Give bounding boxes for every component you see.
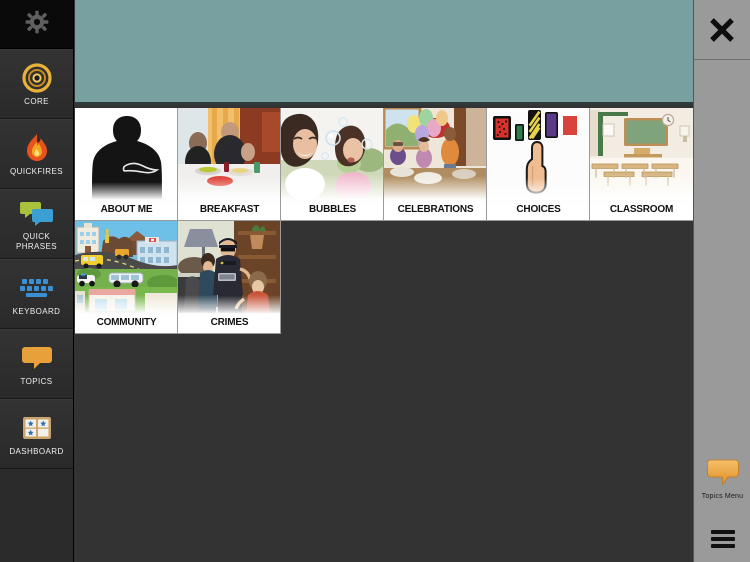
grid-cell-label: ABOUT ME (75, 198, 177, 220)
close-button[interactable] (694, 0, 750, 60)
sidebar-item-label: TOPICS (20, 376, 53, 386)
grid-cell-label: CHOICES (487, 198, 589, 220)
message-window[interactable] (75, 0, 693, 105)
grid-cell-bubbles[interactable]: BUBBLES (281, 108, 384, 221)
close-icon (707, 15, 737, 45)
sidebar-item-label: QUICK PHRASES (15, 232, 58, 251)
girls-blowing-bubbles-photo (281, 108, 383, 200)
grid-cell-choices[interactable]: CHOICES (487, 108, 590, 221)
app-root: CORE QUICKFIRES QUICK PHRASES KEYBOARD T… (0, 0, 750, 562)
speech-bubble-icon (18, 342, 56, 374)
keyboard-icon (18, 272, 56, 304)
sidebar-item-label: DASHBOARD (9, 446, 64, 456)
police-officer-scene (178, 221, 280, 313)
grid-row: COMMUNITY CRIMES (75, 221, 693, 334)
topics-menu-label: Topics Menu (701, 493, 744, 500)
speech-bubble-icon (706, 459, 739, 490)
grid-cell-label: BREAKFAST (178, 198, 280, 220)
topics-grid: ABOUT ME BREAKFAST BUBBLES CELEBRATIONS … (75, 108, 693, 338)
hamburger-menu-icon (710, 544, 735, 548)
message-text (75, 0, 693, 12)
sidebar-item-quickfires[interactable]: QUICKFIRES (0, 119, 73, 189)
hamburger-menu-button[interactable] (694, 530, 750, 548)
grid-cell-community[interactable]: COMMUNITY (75, 221, 178, 334)
hamburger-menu-icon (710, 530, 735, 534)
person-silhouette-icon (75, 108, 177, 200)
sidebar-item-label: CORE (24, 96, 49, 106)
grid-cell-celebrations[interactable]: CELEBRATIONS (384, 108, 487, 221)
grid-cell-label: CLASSROOM (590, 198, 693, 220)
sidebar-item-keyboard[interactable]: KEYBOARD (0, 259, 73, 329)
right-panel: Topics Menu (693, 0, 750, 562)
sidebar-item-label: KEYBOARD (12, 306, 61, 316)
grid-cell-crimes[interactable]: CRIMES (178, 221, 281, 334)
left-sidebar: CORE QUICKFIRES QUICK PHRASES KEYBOARD T… (0, 0, 74, 562)
speech-bubbles-icon (18, 197, 56, 229)
classroom-chalkboard-scene (590, 108, 693, 200)
grid-cell-label: BUBBLES (281, 198, 383, 220)
dashboard-grid-icon (18, 412, 56, 444)
grid-cell-classroom[interactable]: CLASSROOM (590, 108, 693, 221)
sidebar-item-topics[interactable]: TOPICS (0, 329, 73, 399)
sidebar-item-dashboard[interactable]: DASHBOARD (0, 399, 73, 469)
topics-menu-button[interactable]: Topics Menu (694, 459, 750, 500)
gear-icon (25, 10, 49, 39)
grid-cell-label: CRIMES (178, 311, 280, 333)
sidebar-item-label: QUICKFIRES (10, 166, 63, 176)
grid-cell-label: CELEBRATIONS (384, 198, 486, 220)
grid-cell-breakfast[interactable]: BREAKFAST (178, 108, 281, 221)
target-icon (18, 62, 56, 94)
grid-cell-about-me[interactable]: ABOUT ME (75, 108, 178, 221)
grid-cell-label: COMMUNITY (75, 311, 177, 333)
pointing-finger-cards (487, 108, 589, 200)
grid-row: ABOUT ME BREAKFAST BUBBLES CELEBRATIONS … (75, 108, 693, 221)
hamburger-menu-icon (710, 537, 735, 541)
sidebar-item-quick-phrases[interactable]: QUICK PHRASES (0, 189, 73, 259)
party-balloons-scene (384, 108, 486, 200)
town-street-scene (75, 221, 177, 313)
flame-icon (18, 132, 56, 164)
family-eating-photo (178, 108, 280, 200)
settings-button[interactable] (0, 0, 73, 49)
sidebar-item-core[interactable]: CORE (0, 49, 73, 119)
